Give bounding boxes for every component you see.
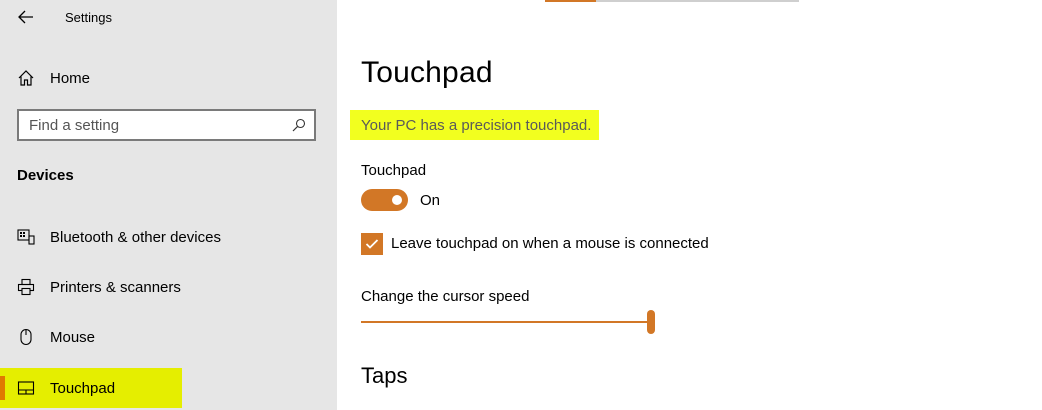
sidebar-item-bluetooth[interactable]: Bluetooth & other devices: [0, 217, 337, 257]
title-bar: Settings: [0, 0, 337, 36]
checkmark-icon: [365, 239, 379, 249]
mouse-icon: [17, 328, 35, 346]
sidebar: Settings Home Devices Bluetooth & other …: [0, 0, 337, 410]
search-input[interactable]: [29, 115, 279, 135]
nav-home-label: Home: [50, 69, 91, 87]
sidebar-item-label: Mouse: [50, 328, 96, 346]
main-content: Touchpad Your PC has a precision touchpa…: [337, 0, 1042, 410]
sidebar-item-label: Touchpad: [50, 379, 116, 397]
sidebar-item-mouse[interactable]: Mouse: [0, 317, 337, 357]
scroll-strip-accent: [545, 0, 596, 2]
cursor-speed-slider-thumb[interactable]: [647, 310, 655, 334]
page-title: Touchpad: [361, 56, 493, 89]
search-icon[interactable]: [292, 118, 306, 132]
sidebar-item-label: Bluetooth & other devices: [50, 228, 221, 246]
toggle-state-label: On: [420, 192, 441, 209]
toggle-knob: [392, 195, 402, 205]
checkbox-label[interactable]: Leave touchpad on when a mouse is connec…: [391, 235, 709, 252]
back-button[interactable]: [14, 6, 38, 28]
touchpad-toggle-label: Touchpad: [361, 162, 427, 179]
bluetooth-devices-icon: [17, 228, 35, 246]
back-arrow-icon: [18, 10, 33, 24]
cursor-speed-label: Change the cursor speed: [361, 288, 530, 305]
sidebar-item-printers[interactable]: Printers & scanners: [0, 267, 337, 307]
nav-home[interactable]: Home: [0, 62, 337, 94]
active-indicator: [0, 376, 5, 400]
section-title-devices: Devices: [17, 167, 74, 184]
leave-touchpad-on-checkbox[interactable]: [361, 233, 383, 255]
sidebar-item-label: Printers & scanners: [50, 278, 181, 296]
cursor-speed-slider-track[interactable]: [361, 321, 651, 323]
taps-heading: Taps: [361, 363, 408, 388]
precision-status-text: Your PC has a precision touchpad.: [361, 117, 592, 134]
search-box[interactable]: [17, 109, 316, 141]
app-title: Settings: [65, 10, 112, 25]
touchpad-icon: [17, 379, 35, 397]
touchpad-toggle[interactable]: [361, 189, 408, 211]
printer-icon: [17, 278, 35, 296]
home-icon: [17, 69, 35, 87]
sidebar-item-touchpad[interactable]: Touchpad: [0, 368, 182, 408]
